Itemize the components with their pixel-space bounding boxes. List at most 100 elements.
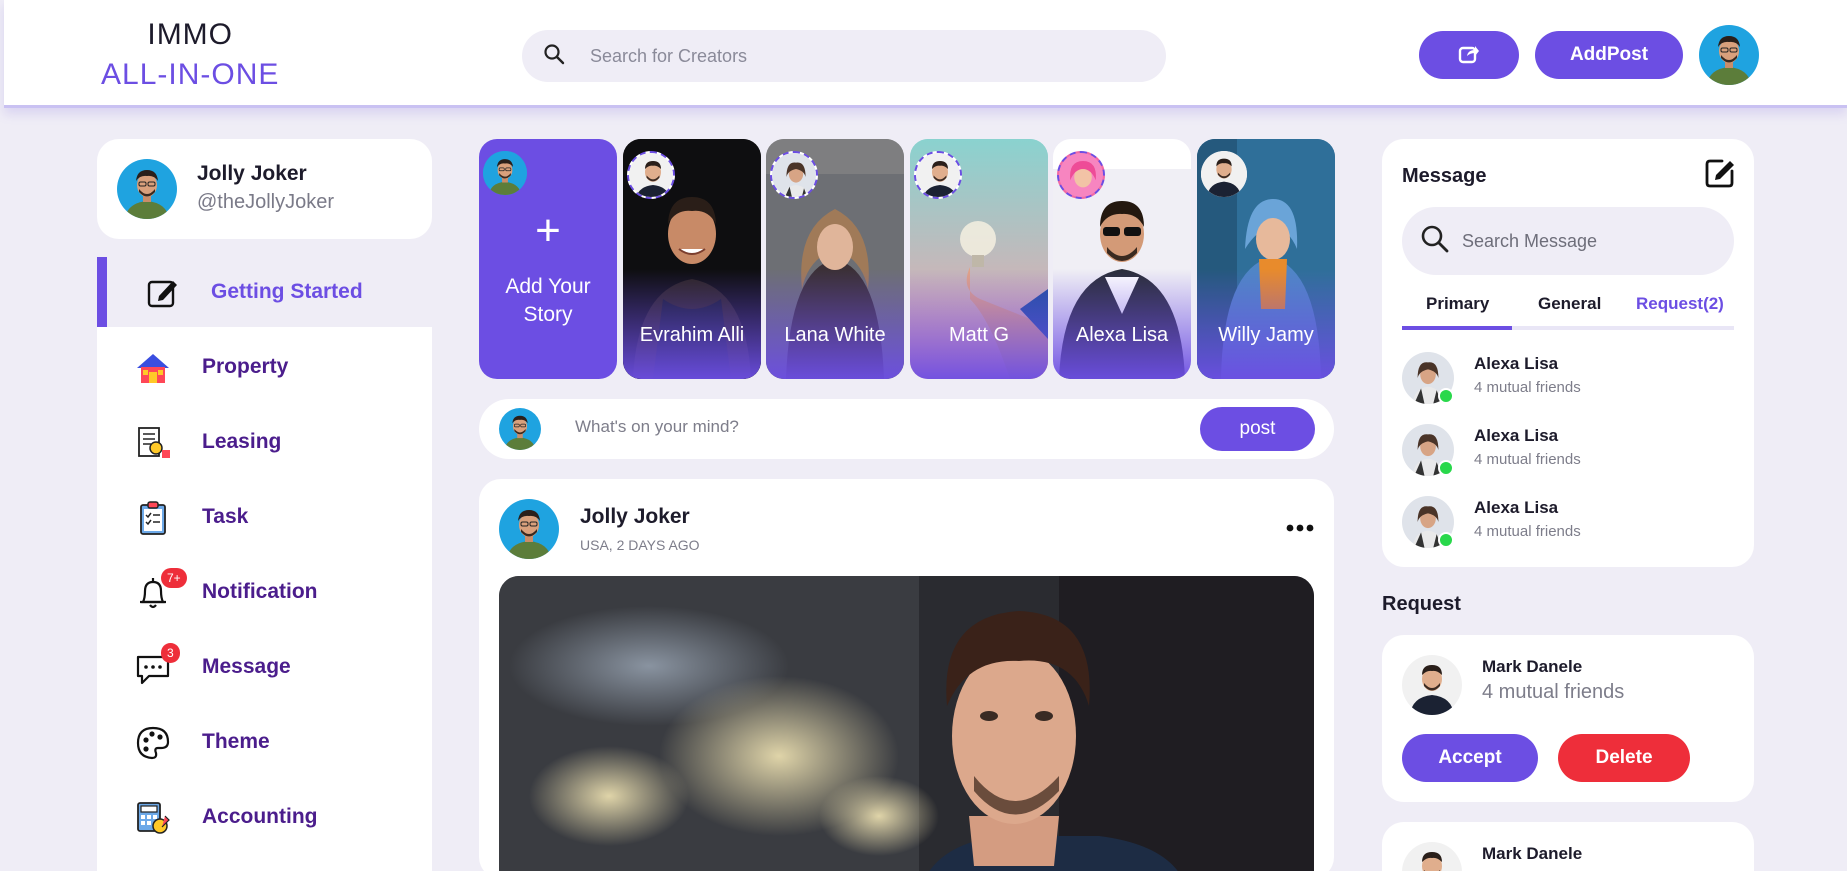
compose-input[interactable] <box>575 417 1175 437</box>
message-badge: 3 <box>161 643 180 663</box>
share-icon <box>1458 44 1480 67</box>
compose-bar: post <box>479 399 1334 459</box>
sidebar-item-theme[interactable]: Theme <box>97 707 432 777</box>
friend-name: Alexa Lisa <box>1474 426 1559 445</box>
sidebar-item-notification[interactable]: 7+ Notification <box>97 557 432 627</box>
online-status-dot <box>1438 388 1454 404</box>
story-card[interactable]: Evrahim Alli <box>623 139 761 379</box>
profile-card[interactable]: Jolly Joker @theJollyJoker <box>97 139 432 239</box>
sidebar-item-label: Notification <box>202 580 318 603</box>
sidebar-item-accounting[interactable]: Accounting <box>97 782 432 852</box>
friend-mutual: 4 mutual friends <box>1474 379 1581 396</box>
sidebar-item-message[interactable]: 3 Message <box>97 632 432 702</box>
palette-icon <box>135 725 171 761</box>
story-card[interactable]: Willy Jamy <box>1197 139 1335 379</box>
messages-panel: Message Primary General Request(2) Alexa… <box>1382 139 1754 567</box>
sidebar-item-leasing[interactable]: Leasing <box>97 407 432 477</box>
creator-search-input[interactable] <box>590 45 1110 67</box>
story-card[interactable]: Alexa Lisa <box>1053 139 1191 379</box>
profile-avatar <box>117 159 177 219</box>
sidebar-menu: Getting Started Property Leasing Task 7+… <box>97 257 432 871</box>
accept-button[interactable]: Accept <box>1402 734 1538 782</box>
clipboard-icon <box>135 500 171 536</box>
story-name: Willy Jamy <box>1218 324 1314 346</box>
friend-mutual: 4 mutual friends <box>1474 523 1581 540</box>
profile-handle: @theJollyJoker <box>197 191 335 213</box>
story-name: Alexa Lisa <box>1075 324 1169 346</box>
sidebar-item-label: Getting Started <box>211 280 363 303</box>
story-name: Matt G <box>948 324 1009 346</box>
friend-item[interactable]: Alexa Lisa 4 mutual friends <box>1402 496 1742 552</box>
sidebar-item-label: Accounting <box>202 805 318 828</box>
add-story-card[interactable]: + Add Your Story <box>479 139 617 379</box>
post-button[interactable]: post <box>1200 407 1315 451</box>
tab-request[interactable]: Request(2) <box>1636 294 1724 314</box>
friend-item[interactable]: Alexa Lisa 4 mutual friends <box>1402 352 1742 408</box>
delete-button[interactable]: Delete <box>1558 734 1690 782</box>
app-logo[interactable]: IMMO ALL-IN-ONE <box>101 20 279 90</box>
search-icon <box>542 42 566 71</box>
active-tab-indicator <box>1402 326 1512 330</box>
top-bar: IMMO ALL-IN-ONE AddPost <box>4 0 1847 108</box>
user-avatar[interactable] <box>1699 25 1759 85</box>
profile-name: Jolly Joker <box>197 162 307 185</box>
friend-name: Alexa Lisa <box>1474 498 1559 517</box>
plus-icon: + <box>535 206 561 255</box>
add-post-button[interactable]: AddPost <box>1535 31 1683 79</box>
add-story-label: Add Your Story <box>479 273 617 329</box>
add-story-label-line-1: Add Your <box>505 275 591 298</box>
messages-title: Message <box>1402 165 1487 187</box>
requester-name: Mark Danele <box>1482 657 1583 676</box>
story-author-avatar <box>1201 151 1247 197</box>
requests-title: Request <box>1382 593 1461 615</box>
story-card[interactable]: Matt G <box>910 139 1048 379</box>
post-author-name[interactable]: Jolly Joker <box>580 505 690 529</box>
requester-name: Mark Danele <box>1482 844 1583 863</box>
edit-icon <box>145 275 181 311</box>
calculator-icon <box>135 800 171 836</box>
post-image[interactable] <box>499 576 1314 871</box>
story-author-avatar <box>1057 151 1105 199</box>
search-icon <box>1420 224 1450 259</box>
post-meta: USA, 2 DAYS AGO <box>580 537 700 553</box>
requester-avatar <box>1402 655 1462 715</box>
friend-request-card: Mark Danele 4 mutual friends Accept Dele… <box>1382 635 1754 802</box>
sidebar-item-task[interactable]: Task <box>97 482 432 552</box>
story-name: Evrahim Alli <box>639 324 745 346</box>
sidebar-item-label: Property <box>202 355 289 378</box>
story-card[interactable]: Lana White <box>766 139 904 379</box>
sidebar-item-label: Leasing <box>202 430 282 453</box>
story-owner-avatar <box>483 151 527 195</box>
online-status-dot <box>1438 460 1454 476</box>
online-status-dot <box>1438 532 1454 548</box>
story-author-avatar <box>627 151 675 199</box>
more-options-icon[interactable] <box>1285 521 1315 535</box>
feed-post: Jolly Joker USA, 2 DAYS AGO <box>479 479 1334 871</box>
tab-general[interactable]: General <box>1538 294 1601 314</box>
post-author-avatar[interactable] <box>499 499 559 559</box>
share-button[interactable] <box>1419 31 1519 79</box>
story-author-avatar <box>770 151 818 199</box>
message-tabs: Primary General Request(2) <box>1402 294 1734 330</box>
add-story-label-line-2: Story <box>523 303 573 326</box>
sidebar-item-label: Task <box>202 505 249 528</box>
story-author-avatar <box>914 151 962 199</box>
story-name: Lana White <box>784 324 886 346</box>
logo-line-1: IMMO <box>147 18 234 51</box>
creator-search-bar[interactable] <box>522 30 1166 82</box>
requester-avatar <box>1402 842 1462 871</box>
document-icon <box>135 425 171 461</box>
compose-avatar <box>499 408 541 450</box>
notification-badge: 7+ <box>161 568 187 588</box>
sidebar-item-getting-started[interactable]: Getting Started <box>97 257 432 327</box>
friend-mutual: 4 mutual friends <box>1474 451 1581 468</box>
friend-item[interactable]: Alexa Lisa 4 mutual friends <box>1402 424 1742 480</box>
compose-message-icon[interactable] <box>1704 157 1736 189</box>
message-search-input[interactable] <box>1462 230 1722 252</box>
message-search-bar[interactable] <box>1402 207 1734 275</box>
tab-primary[interactable]: Primary <box>1426 294 1489 314</box>
sidebar-item-property[interactable]: Property <box>97 332 432 402</box>
requester-mutual: 4 mutual friends <box>1482 681 1625 703</box>
sidebar-item-label: Theme <box>202 730 270 753</box>
house-icon <box>135 350 171 386</box>
